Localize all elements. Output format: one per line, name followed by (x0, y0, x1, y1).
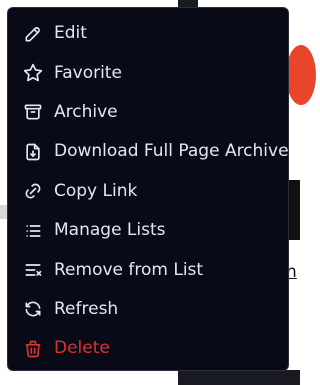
menu-item-remove-from-list[interactable]: Remove from List (8, 250, 288, 289)
trash-icon (23, 339, 43, 359)
download-file-icon (23, 142, 43, 162)
background-footer-strip (178, 370, 300, 385)
menu-item-manage-lists[interactable]: Manage Lists (8, 211, 288, 250)
menu-item-download-full-page-archive[interactable]: Download Full Page Archive (8, 132, 289, 171)
pencil-icon (23, 24, 43, 44)
list-remove-icon (23, 260, 43, 280)
star-icon (23, 63, 43, 83)
menu-item-label: Archive (54, 101, 118, 122)
bookmark-actions-menu: Edit Favorite Archive Download Full Page… (7, 7, 289, 371)
menu-item-delete[interactable]: Delete (8, 329, 288, 368)
menu-item-favorite[interactable]: Favorite (8, 53, 288, 92)
menu-item-label: Manage Lists (54, 220, 166, 241)
refresh-icon (23, 299, 43, 319)
menu-item-archive[interactable]: Archive (8, 93, 288, 132)
archive-icon (23, 102, 43, 122)
menu-item-label: Refresh (54, 298, 119, 319)
menu-item-label: Download Full Page Archive (54, 141, 289, 162)
menu-item-label: Delete (54, 338, 110, 359)
background-image-fragment (286, 45, 316, 105)
menu-item-label: Copy Link (54, 180, 138, 201)
list-icon (23, 221, 43, 241)
link-icon (23, 181, 43, 201)
menu-item-refresh[interactable]: Refresh (8, 290, 288, 329)
menu-item-label: Remove from List (54, 259, 204, 280)
menu-item-label: Edit (54, 23, 87, 44)
menu-item-label: Favorite (54, 62, 122, 83)
menu-item-edit[interactable]: Edit (8, 14, 288, 53)
menu-item-copy-link[interactable]: Copy Link (8, 172, 288, 211)
